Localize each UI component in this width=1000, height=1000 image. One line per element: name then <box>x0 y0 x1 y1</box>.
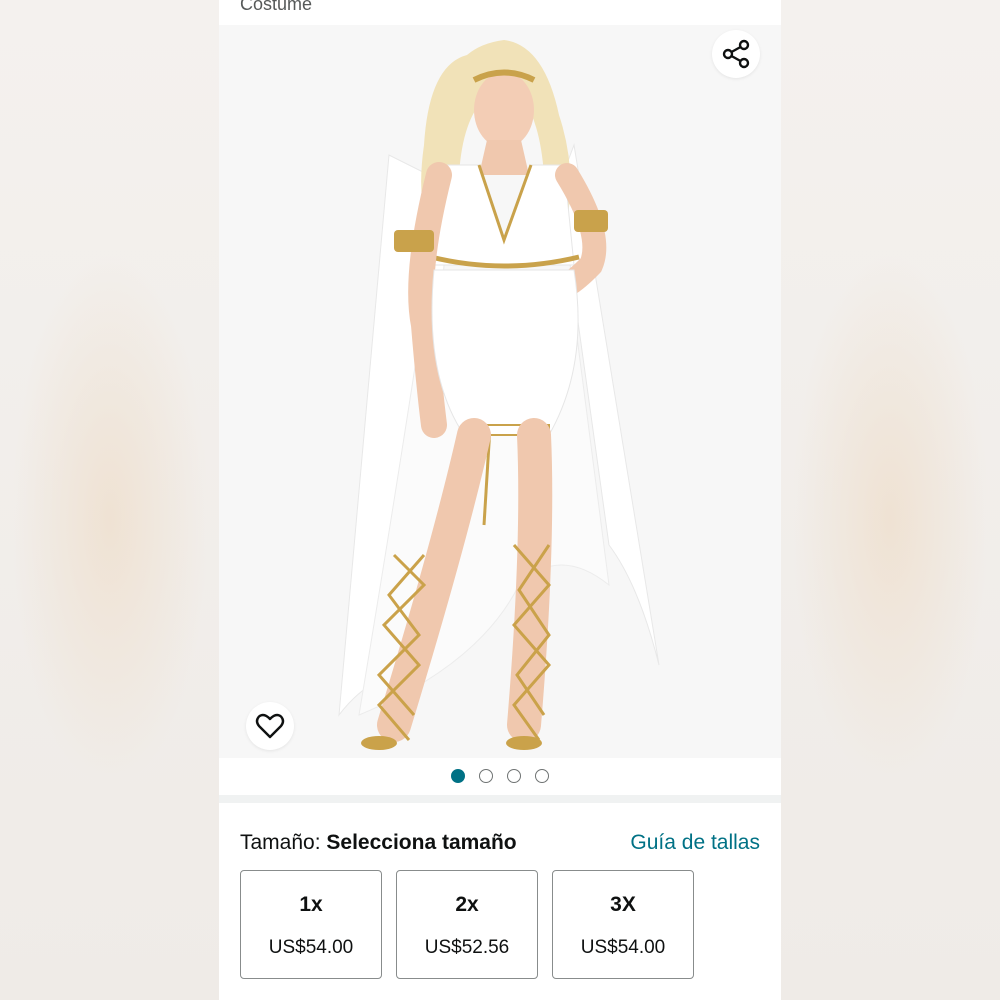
share-button[interactable] <box>712 30 760 78</box>
product-photo <box>338 40 660 750</box>
size-guide-link[interactable]: Guía de tallas <box>630 831 760 855</box>
size-label-text: Tamaño: <box>240 831 321 854</box>
share-icon <box>722 39 750 69</box>
size-option-name: 3X <box>610 893 636 916</box>
size-options: 1x US$54.00 2x US$52.56 3X US$54.00 <box>240 870 694 979</box>
size-option-3x[interactable]: 3X US$54.00 <box>552 870 694 979</box>
size-option-2x[interactable]: 2x US$52.56 <box>396 870 538 979</box>
wishlist-button[interactable] <box>246 702 294 750</box>
product-page: Costume Tamaño: Selecciona tamaño Guía d… <box>219 0 781 1000</box>
pagination-dot-4[interactable] <box>535 769 549 783</box>
section-divider <box>219 795 781 803</box>
size-selected-value: Selecciona tamaño <box>326 831 517 854</box>
size-option-price: US$54.00 <box>268 937 354 958</box>
pagination-dot-3[interactable] <box>507 769 521 783</box>
image-gallery[interactable] <box>219 25 781 758</box>
product-title: Costume <box>240 0 313 14</box>
size-option-name: 1x <box>299 893 323 916</box>
size-option-name: 2x <box>455 893 479 916</box>
size-label: Tamaño: Selecciona tamaño <box>240 831 517 855</box>
size-option-price: US$54.00 <box>580 937 666 958</box>
pagination-dot-2[interactable] <box>479 769 493 783</box>
pagination-dot-1[interactable] <box>451 769 465 783</box>
heart-icon <box>255 713 285 739</box>
size-option-price: US$52.56 <box>424 937 510 958</box>
size-header: Tamaño: Selecciona tamaño Guía de tallas <box>240 828 760 858</box>
size-option-1x[interactable]: 1x US$54.00 <box>240 870 382 979</box>
gallery-pagination[interactable] <box>219 758 781 794</box>
